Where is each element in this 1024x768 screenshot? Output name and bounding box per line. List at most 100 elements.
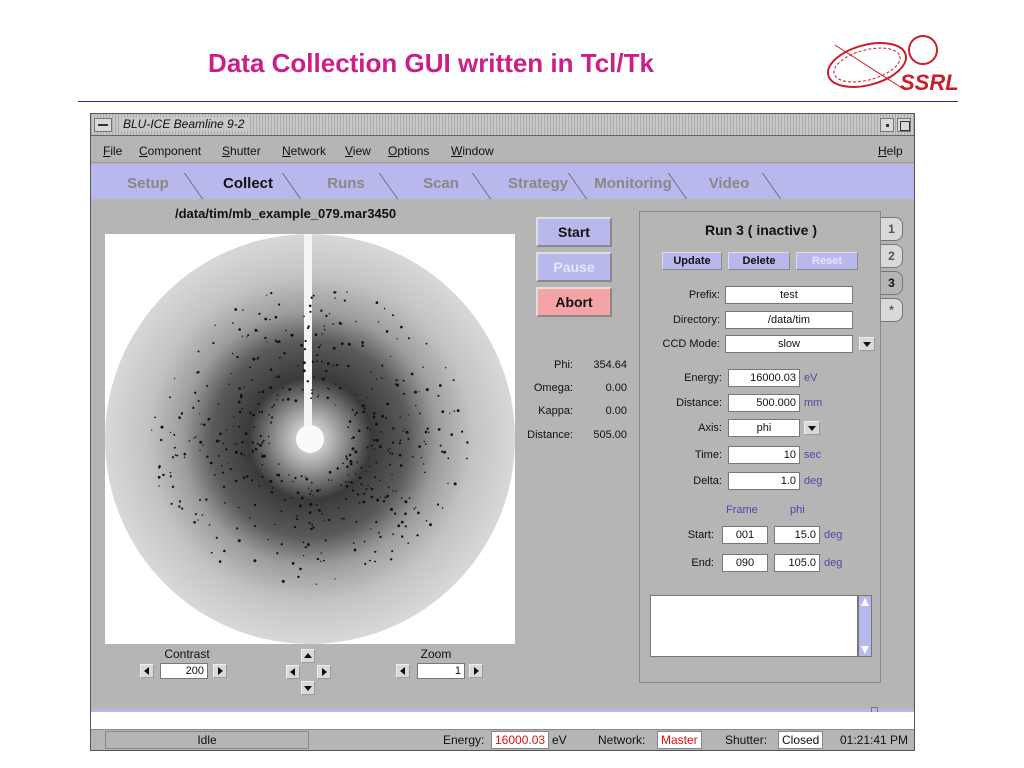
tab-setup[interactable]: Setup: [113, 171, 183, 197]
phi-label: Phi:: [554, 359, 573, 371]
zoom-label: Zoom: [420, 647, 452, 661]
status-clock: 01:21:41 PM: [840, 733, 909, 747]
menu-options[interactable]: Options: [388, 144, 429, 158]
run-panel: Run 3 ( inactive ) Update Delete Reset P…: [639, 211, 881, 683]
run-tab-2[interactable]: 2: [881, 244, 903, 268]
start-button[interactable]: Start: [536, 217, 612, 247]
run-message-scrollbar[interactable]: [858, 595, 872, 657]
directory-field[interactable]: /data/tim: [725, 311, 853, 329]
contrast-field[interactable]: 200: [160, 663, 208, 679]
omega-value: 0.00: [605, 382, 627, 394]
run-tab-1[interactable]: 1: [881, 217, 903, 241]
run-message-box[interactable]: [650, 595, 858, 657]
run-tab-new[interactable]: *: [881, 298, 903, 322]
menu-file[interactable]: File: [103, 144, 122, 158]
window-title: BLU-ICE Beamline 9-2: [119, 117, 249, 131]
run-tab-3[interactable]: 3: [881, 271, 903, 295]
time-unit: sec: [804, 449, 822, 461]
menubar: File Component Shutter Network View Opti…: [91, 137, 914, 163]
phi-column-header: phi: [790, 504, 805, 516]
zoom-increase-icon[interactable]: [469, 664, 483, 678]
start-phi-field[interactable]: 15.0: [774, 526, 820, 544]
delta-label: Delta:: [693, 475, 722, 487]
prefix-label: Prefix:: [688, 289, 720, 301]
menu-window[interactable]: Window: [451, 144, 494, 158]
axis-dropdown-icon[interactable]: [804, 421, 820, 435]
menu-help[interactable]: Help: [878, 144, 903, 158]
tab-strategy[interactable]: Strategy: [503, 171, 573, 197]
zoom-field[interactable]: 1: [417, 663, 465, 679]
time-field[interactable]: 10: [728, 446, 800, 464]
end-frame-field[interactable]: 090: [722, 554, 768, 572]
image-path: /data/tim/mb_example_079.mar3450: [175, 206, 397, 221]
distance-value: 505.00: [593, 429, 627, 441]
status-network-label: Network:: [598, 733, 646, 747]
statusbar: Idle Energy: 16000.03 eV Network: Master…: [91, 730, 914, 750]
contrast-label: Contrast: [164, 647, 210, 661]
ccd-mode-label: CCD Mode:: [662, 338, 720, 350]
ssrl-logo-text: SSRL: [900, 70, 959, 95]
blu-ice-window: BLU-ICE Beamline 9-2 File Component Shut…: [90, 113, 915, 751]
menu-view[interactable]: View: [345, 144, 371, 158]
distance-field[interactable]: 500.000: [728, 394, 800, 412]
ccd-mode-dropdown-icon[interactable]: [859, 337, 875, 351]
kappa-label: Kappa:: [538, 405, 573, 417]
diffraction-image[interactable]: [105, 234, 515, 644]
console-output[interactable]: [91, 712, 914, 730]
collect-panel: /data/tim/mb_example_079.mar3450 Start P…: [91, 199, 914, 709]
pan-down-icon[interactable]: [301, 681, 315, 695]
tab-video[interactable]: Video: [689, 171, 769, 197]
status-shutter-value: Closed: [778, 731, 824, 749]
menu-network[interactable]: Network: [282, 144, 326, 158]
distance-unit: mm: [804, 397, 823, 409]
pan-right-icon[interactable]: [317, 665, 331, 679]
pan-up-icon[interactable]: [301, 649, 315, 663]
menu-shutter[interactable]: Shutter: [222, 144, 261, 158]
tab-runs[interactable]: Runs: [301, 171, 391, 197]
reset-button[interactable]: Reset: [796, 252, 858, 270]
run-title: Run 3 ( inactive ): [704, 222, 818, 238]
axis-select[interactable]: phi: [728, 419, 800, 437]
zoom-decrease-icon[interactable]: [396, 664, 410, 678]
energy-field[interactable]: 16000.03: [728, 369, 800, 387]
energy-label: Energy:: [684, 372, 722, 384]
delete-button[interactable]: Delete: [728, 252, 790, 270]
title-rule: [78, 101, 958, 102]
update-button[interactable]: Update: [662, 252, 722, 270]
window-titlebar[interactable]: BLU-ICE Beamline 9-2: [91, 114, 914, 136]
kappa-value: 0.00: [605, 405, 627, 417]
status-energy-value: 16000.03: [491, 731, 550, 749]
end-phi-field[interactable]: 105.0: [774, 554, 820, 572]
prefix-field[interactable]: test: [725, 286, 853, 304]
ccd-mode-select[interactable]: slow: [725, 335, 853, 353]
end-label: End:: [691, 557, 714, 569]
slide: Data Collection GUI written in Tcl/Tk SS…: [0, 0, 1024, 768]
time-label: Time:: [694, 449, 722, 461]
contrast-decrease-icon[interactable]: [140, 664, 154, 678]
scroll-down-icon: [861, 646, 869, 654]
window-menu-icon[interactable]: [94, 118, 112, 132]
maximize-icon[interactable]: [897, 118, 911, 132]
contrast-increase-icon[interactable]: [213, 664, 227, 678]
status-energy-label: Energy:: [443, 733, 485, 747]
distance-field-label: Distance:: [676, 397, 722, 409]
abort-button[interactable]: Abort: [536, 287, 612, 317]
axis-label: Axis:: [698, 422, 722, 434]
delta-field[interactable]: 1.0: [728, 472, 800, 490]
status-energy-unit: eV: [552, 733, 567, 747]
pan-left-icon[interactable]: [286, 665, 300, 679]
tab-monitoring[interactable]: Monitoring: [591, 171, 675, 197]
status-state: Idle: [105, 731, 309, 749]
omega-label: Omega:: [533, 382, 573, 394]
pause-button[interactable]: Pause: [536, 252, 612, 282]
tab-collect[interactable]: Collect: [203, 171, 293, 197]
directory-label: Directory:: [672, 314, 720, 326]
minimize-icon[interactable]: [880, 118, 894, 132]
status-network-value: Master: [657, 731, 702, 749]
scroll-up-icon: [861, 598, 869, 606]
status-shutter-label: Shutter:: [725, 733, 768, 747]
menu-component[interactable]: Component: [139, 144, 201, 158]
start-frame-field[interactable]: 001: [722, 526, 768, 544]
tabbar: Setup Collect Runs Scan Strategy Monitor…: [91, 164, 914, 199]
distance-label: Distance:: [527, 429, 573, 441]
